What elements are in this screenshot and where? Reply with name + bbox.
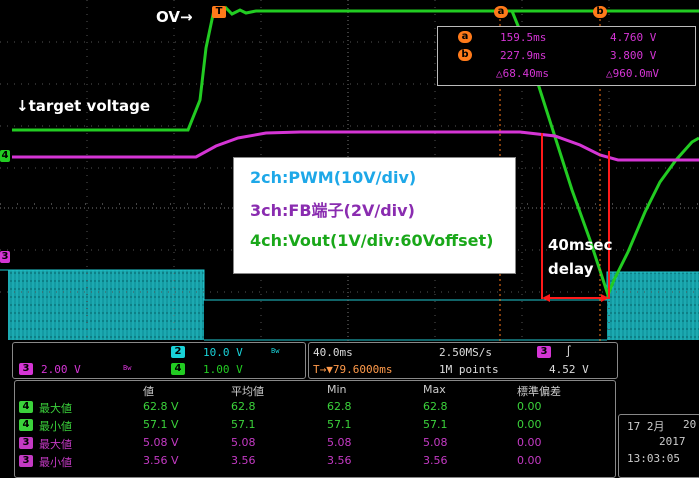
cursor-delta-volt: △960.0mV — [606, 67, 659, 80]
measurement-cell: 62.8 — [327, 400, 352, 413]
target-voltage-annotation: ↓target voltage — [16, 97, 150, 115]
date-day-month: 17 2月 — [627, 420, 665, 433]
measurement-cell: 3.56 V — [143, 454, 179, 467]
col-header-mean: 平均値 — [231, 385, 264, 398]
ch2-scale: 10.0 V — [203, 346, 243, 359]
measurement-cell: 5.08 V — [143, 436, 179, 449]
legend-ch2: 2ch:PWM(10V/div) — [250, 168, 417, 187]
cursor-b-volt: 3.800 V — [610, 49, 657, 62]
date-year-partial: 20 — [683, 418, 697, 431]
measurement-cell: 0.00 — [517, 418, 542, 431]
channel-legend-box: 2ch:PWM(10V/div) 3ch:FB端子(2V/div) 4ch:Vo… — [233, 157, 516, 274]
ch3-badge: 3 — [19, 363, 33, 375]
measurement-cell: 57.1 — [423, 418, 448, 431]
legend-ch3: 3ch:FB端子(2V/div) — [250, 201, 415, 220]
cursor-a-time: 159.5ms — [500, 31, 547, 44]
cursor-readout-panel: a 159.5ms 4.760 V b 227.9ms 3.800 V △68.… — [437, 26, 696, 86]
col-header-max: Max — [423, 383, 446, 396]
sample-rate: 2.50MS/s — [439, 346, 492, 359]
delay-arrow-head-left — [542, 294, 550, 302]
left-edge — [0, 380, 12, 476]
measurement-table[interactable]: 値 平均値 Min Max 標準偏差 4 最大値 62.8 V 62.8 62.8 62.… — [14, 380, 616, 478]
delay-annotation-line1: 40msec — [548, 236, 613, 254]
date-year: 2017 — [659, 435, 686, 448]
cursor-a-readout-marker: a — [458, 31, 472, 43]
legend-ch4: 4ch:Vout(1V/div:60Voffset) — [250, 231, 494, 250]
waveform-display[interactable]: T a b 4 3 2 OV→ ↓target voltage 40msec d… — [0, 0, 699, 341]
cursor-b-marker[interactable]: b — [593, 6, 607, 18]
measurement-cell: 0.00 — [517, 454, 542, 467]
vertical-settings-box[interactable]: 2 10.0 V Bw 3 2.00 V Bw 4 1.00 V — [12, 342, 306, 379]
timebase: 40.0ms — [313, 346, 353, 359]
measurement-cell: 57.1 — [231, 418, 256, 431]
ov-annotation: OV→ — [156, 8, 193, 26]
ch2-pwm-band-right — [607, 272, 699, 340]
trigger-level: 4.52 V — [549, 363, 589, 376]
trigger-marker[interactable]: T — [212, 6, 226, 18]
ch4-scale: 1.00 V — [203, 363, 243, 376]
trigger-position: T→▼79.6000ms — [313, 363, 393, 376]
measurement-cell: 62.8 — [423, 400, 448, 413]
trigger-slope-icon: ∫ — [565, 345, 572, 358]
measurement-cell: 5.08 — [327, 436, 352, 449]
measurement-cell: 5.08 — [231, 436, 256, 449]
measurement-cell: 3.56 — [231, 454, 256, 467]
trigger-source-badge: 3 — [537, 346, 551, 358]
ch3-scale: 2.00 V — [41, 363, 81, 376]
measurement-channel-badge: 3 — [19, 437, 33, 449]
measurement-row[interactable]: 4 最小値 57.1 V 57.1 57.1 57.1 0.00 — [15, 417, 615, 434]
measurement-cell: 0.00 — [517, 400, 542, 413]
measurement-cell: 0.00 — [517, 436, 542, 449]
measurement-cell: 57.1 — [327, 418, 352, 431]
cursor-b-time: 227.9ms — [500, 49, 547, 62]
measurement-cell: 57.1 V — [143, 418, 179, 431]
measurement-name: 最小値 — [39, 420, 72, 433]
cursor-b-readout-marker: b — [458, 49, 472, 61]
record-length: 1M points — [439, 363, 499, 376]
col-header-stddev: 標準偏差 — [517, 385, 561, 398]
ch2-pwm-band-left — [8, 270, 204, 340]
measurement-name: 最大値 — [39, 438, 72, 451]
ch3-bw: Bw — [123, 364, 132, 372]
measurement-row[interactable]: 4 最大値 62.8 V 62.8 62.8 62.8 0.00 — [15, 399, 615, 416]
ch4-level-marker[interactable]: 4 — [0, 150, 10, 162]
ch4-badge: 4 — [171, 363, 185, 375]
measurement-channel-badge: 4 — [19, 401, 33, 413]
measurement-row[interactable]: 3 最大値 5.08 V 5.08 5.08 5.08 0.00 — [15, 435, 615, 452]
col-header-min: Min — [327, 383, 347, 396]
ch2-badge: 2 — [171, 346, 185, 358]
measurement-name: 最小値 — [39, 456, 72, 469]
measurement-channel-badge: 4 — [19, 419, 33, 431]
measurement-channel-badge: 3 — [19, 455, 33, 467]
delay-annotation-line2: delay — [548, 260, 594, 278]
cursor-delta-time: △68.40ms — [496, 67, 549, 80]
measurement-cell: 62.8 V — [143, 400, 179, 413]
ch3-level-marker[interactable]: 3 — [0, 251, 10, 263]
cursor-a-volt: 4.760 V — [610, 31, 657, 44]
ch2-bw: Bw — [271, 347, 280, 355]
measurement-cell: 5.08 — [423, 436, 448, 449]
col-header-value: 値 — [143, 385, 154, 398]
ch3-fb-trace — [12, 130, 699, 162]
datetime-box: 17 2月 20 2017 13:03:05 — [618, 414, 699, 478]
measurement-cell: 3.56 — [423, 454, 448, 467]
cursor-a-marker[interactable]: a — [494, 6, 508, 18]
clock-time: 13:03:05 — [627, 452, 680, 465]
measurement-cell: 62.8 — [231, 400, 256, 413]
status-bar: 2 10.0 V Bw 3 2.00 V Bw 4 1.00 V 40.0ms … — [0, 341, 699, 379]
measurement-name: 最大値 — [39, 402, 72, 415]
horizontal-trigger-box[interactable]: 40.0ms 2.50MS/s T→▼79.6000ms 1M points 3… — [308, 342, 618, 379]
measurement-row[interactable]: 3 最小値 3.56 V 3.56 3.56 3.56 0.00 — [15, 453, 615, 470]
measurement-cell: 3.56 — [327, 454, 352, 467]
